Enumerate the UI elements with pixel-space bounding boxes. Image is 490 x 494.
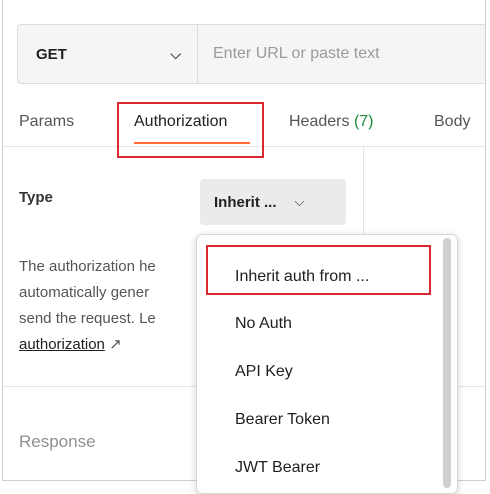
authorization-link[interactable]: authorization [19, 336, 105, 353]
menu-item-bearer-token[interactable]: Bearer Token [235, 411, 330, 429]
chevron-down-icon: ⌵ [170, 45, 181, 62]
highlight-box-inherit-auth [206, 245, 431, 295]
tab-headers-label: Headers [289, 113, 350, 130]
tab-body[interactable]: Body [434, 113, 470, 131]
highlight-box-authorization-tab [117, 102, 264, 158]
external-link-icon: ↗ [109, 336, 122, 353]
menu-item-api-key[interactable]: API Key [235, 363, 293, 381]
headers-count-badge: (7) [353, 113, 374, 130]
auth-type-label: Type [19, 189, 53, 206]
auth-type-value: Inherit ... [214, 193, 277, 211]
auth-description-line: send the request. Le [19, 310, 156, 327]
method-label: GET [36, 45, 67, 63]
menu-item-jwt-bearer[interactable]: JWT Bearer [235, 459, 320, 477]
method-select[interactable]: GET ⌵ [18, 25, 198, 83]
auth-description: The authorization he automatically gener… [19, 254, 199, 358]
chevron-down-icon: ⌵ [294, 194, 305, 209]
dropdown-scrollbar[interactable] [443, 238, 451, 488]
auth-description-line: automatically gener [19, 284, 150, 301]
auth-description-line: The authorization he [19, 258, 156, 275]
response-label: Response [19, 432, 96, 451]
menu-item-no-auth[interactable]: No Auth [235, 315, 292, 333]
auth-type-select[interactable]: Inherit ... ⌵ [200, 179, 346, 225]
tab-headers[interactable]: Headers (7) [289, 113, 374, 131]
tab-params[interactable]: Params [19, 113, 74, 131]
url-bar: GET ⌵ [17, 24, 485, 84]
url-input[interactable] [198, 25, 485, 83]
